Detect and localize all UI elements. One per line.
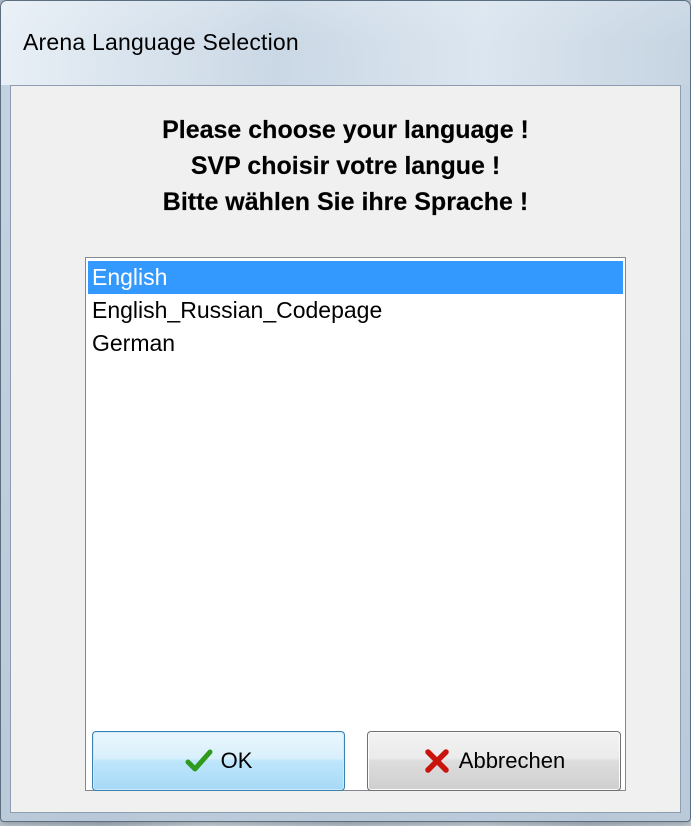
checkmark-icon (185, 747, 213, 775)
ok-button-label: OK (220, 748, 253, 773)
prompt-line-german: Bitte wählen Sie ihre Sprache ! (162, 188, 529, 216)
language-item-english-russian-codepage[interactable]: English_Russian_Codepage (88, 294, 623, 327)
window-title: Arena Language Selection (23, 29, 299, 55)
prompt-line-english: Please choose your language ! (162, 116, 529, 144)
ok-button[interactable]: OK (92, 731, 345, 791)
language-listbox[interactable]: English English_Russian_Codepage German (85, 257, 626, 791)
language-item-german[interactable]: German (88, 327, 623, 360)
red-x-icon (423, 747, 451, 775)
cancel-button[interactable]: Abbrechen (367, 731, 621, 791)
title-bar[interactable]: Arena Language Selection (1, 1, 690, 85)
dialog-window: Arena Language Selection Please choose y… (0, 0, 691, 822)
cancel-button-label: Abbrechen (458, 748, 566, 773)
prompt-line-french: SVP choisir votre langue ! (190, 152, 501, 180)
language-item-english[interactable]: English (88, 261, 623, 294)
